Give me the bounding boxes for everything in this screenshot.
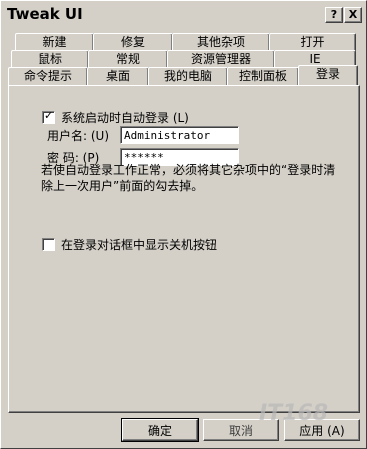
username-label: 用户名: (U) [47, 129, 110, 143]
tab-mouse[interactable]: 鼠标 [11, 50, 89, 68]
close-button[interactable]: X [344, 7, 362, 23]
autologon-label: 系统启动时自动登录 (L) [61, 111, 189, 125]
tab-repair[interactable]: 修复 [93, 33, 173, 51]
tab-my-computer[interactable]: 我的电脑 [148, 67, 228, 85]
help-button[interactable]: ? [325, 7, 343, 23]
check-icon: ✓ [44, 109, 54, 122]
tab-desktop[interactable]: 桌面 [87, 67, 149, 85]
username-field[interactable]: Administrator [120, 126, 239, 144]
watermark-logo: IT168 [259, 401, 329, 426]
shutdown-checkbox[interactable] [42, 238, 55, 251]
tab-control-panel[interactable]: 控制面板 [227, 67, 299, 85]
shutdown-label: 在登录对话框中显示关机按钮 [61, 238, 218, 252]
tweakui-window: Tweak UI ? X 新建 修复 其他杂项 打开 鼠标 常规 资源管理器 I… [0, 0, 367, 449]
tab-cmd[interactable]: 命令提示 [8, 67, 88, 85]
tab-open[interactable]: 打开 [269, 33, 356, 51]
tab-new[interactable]: 新建 [15, 33, 94, 51]
ok-button[interactable]: 确定 [121, 418, 199, 442]
title-bar: Tweak UI ? X [4, 4, 363, 26]
tab-explorer[interactable]: 资源管理器 [167, 50, 275, 68]
window-title: Tweak UI [7, 5, 83, 23]
tab-login[interactable]: 登录 [298, 65, 358, 85]
autologon-checkbox[interactable]: ✓ [42, 109, 55, 124]
tab-general[interactable]: 常规 [88, 50, 168, 68]
autologon-note: 若使自动登录工作正常，必须将其它杂项中的“登录时清除上一次用户”前面的勾去掉。 [41, 163, 336, 193]
login-panel: ✓ 系统启动时自动登录 (L) 用户名: (U) Administrator 密… [8, 85, 360, 413]
tab-misc[interactable]: 其他杂项 [172, 33, 270, 51]
